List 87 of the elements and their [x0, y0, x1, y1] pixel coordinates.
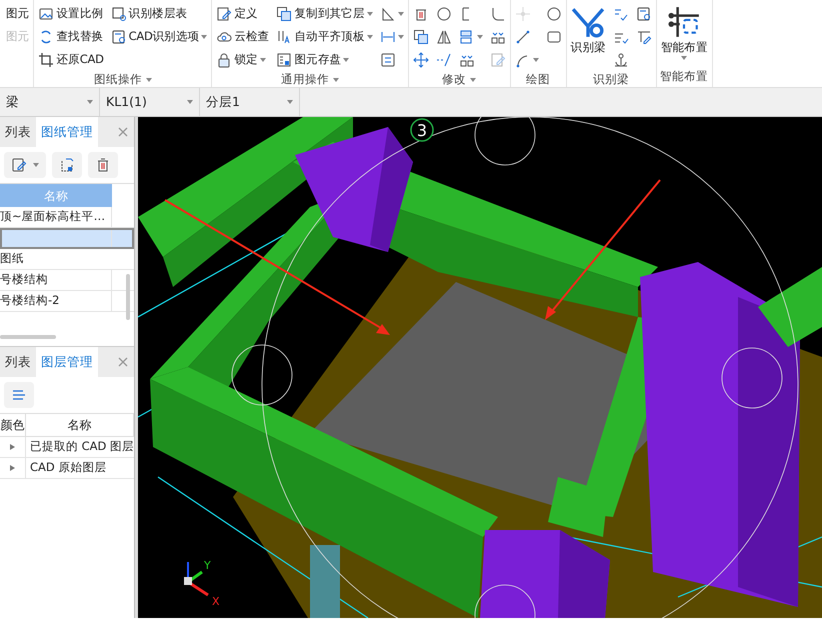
ribbon-button[interactable]: 云检查	[215, 26, 270, 48]
mirror-icon	[436, 29, 452, 45]
move-icon	[412, 52, 429, 68]
axis-gizmo-drawing	[184, 562, 209, 596]
layer-name[interactable]: CAD 原始图层	[26, 459, 106, 477]
panel-tab[interactable]: 图纸管理	[36, 117, 98, 147]
caret-icon	[260, 58, 266, 62]
ribbon-button[interactable]: 识别楼层表	[110, 3, 208, 25]
copy-icon	[412, 29, 429, 45]
caret-icon	[87, 100, 93, 104]
caret-icon	[201, 35, 208, 39]
edit-icon	[216, 6, 232, 22]
caret-icon	[398, 35, 404, 39]
point-icon	[514, 6, 531, 22]
expand-icon[interactable]	[10, 444, 15, 450]
table-row[interactable]: 图纸	[0, 249, 134, 270]
ribbon-large-button[interactable]: 智能布置	[660, 3, 709, 67]
grid-icon	[667, 5, 702, 39]
line-icon	[514, 29, 531, 45]
lock-icon	[216, 52, 232, 68]
axis-label: X	[212, 595, 220, 608]
caret-icon	[366, 35, 373, 39]
group-label: 识别梁	[593, 71, 630, 87]
group-name: 图纸	[0, 250, 24, 268]
axis-marker: 3	[410, 118, 434, 142]
scrollbar[interactable]	[0, 335, 56, 339]
ribbon-button[interactable]: 定义	[215, 3, 270, 25]
group-label: 通用操作	[280, 71, 329, 87]
ribbon-button[interactable]: 图元存盘	[275, 49, 374, 71]
circle-icon	[436, 6, 452, 22]
dimension-icon	[380, 29, 396, 45]
document-search-icon	[110, 29, 127, 45]
ribbon-button[interactable]: 图元	[3, 3, 30, 25]
selected-row[interactable]	[0, 228, 134, 249]
caret-icon	[532, 58, 539, 62]
break-icon	[436, 52, 452, 68]
group-label: 图纸操作	[94, 71, 142, 87]
swap-icon	[380, 52, 396, 68]
caret-icon	[470, 78, 476, 82]
ribbon-button[interactable]: 自动平齐顶板	[275, 26, 374, 48]
column-header: 颜色	[0, 414, 26, 436]
trash-icon[interactable]	[95, 157, 111, 173]
caret-icon	[476, 35, 483, 39]
drawing-name: 号楼结构-2	[0, 292, 60, 310]
column-header: 名称	[26, 414, 134, 436]
scrollbar[interactable]	[126, 274, 130, 320]
caret-icon	[366, 12, 373, 16]
axis-label: Y	[204, 559, 211, 572]
circle-icon	[546, 6, 562, 22]
edit-icon[interactable]	[11, 157, 27, 173]
document-search-icon	[636, 6, 652, 22]
group-label: 智能布置	[660, 68, 708, 86]
caret-icon	[398, 12, 404, 16]
caret-icon	[343, 58, 350, 62]
group-label: 绘图	[526, 71, 550, 87]
align-icon	[276, 29, 292, 45]
ribbon-button[interactable]: CAD识别选项	[110, 26, 208, 48]
ribbon-button[interactable]: 查找替换	[37, 26, 105, 48]
panel-tab[interactable]: 图层管理	[36, 347, 98, 377]
caret-icon	[681, 56, 688, 60]
column-header: 名称	[0, 184, 112, 207]
triangle-icon	[380, 6, 396, 22]
edit-icon	[490, 52, 506, 68]
expand-icon[interactable]	[10, 465, 15, 471]
caret-icon	[332, 78, 339, 82]
anchor-icon	[612, 52, 629, 68]
drawing-name: 号楼结构	[0, 271, 48, 288]
ribbon-button[interactable]: 设置比例	[37, 3, 105, 25]
group-label: 修改	[442, 71, 466, 87]
ribbon-button[interactable]: 复制到其它层	[275, 3, 374, 25]
ribbon-large-button[interactable]: 识别梁	[570, 3, 607, 71]
copy-icon	[276, 6, 292, 22]
caret-icon	[287, 100, 293, 104]
fillet-icon	[490, 6, 506, 22]
layer-name[interactable]: 已提取的 CAD 图层	[26, 438, 134, 456]
rectangle-icon	[546, 29, 562, 45]
ribbon-button[interactable]: 锁定	[215, 49, 270, 71]
drawing-name: 顶~屋面标高柱平…	[0, 208, 106, 226]
caret-icon	[187, 100, 193, 104]
caret-icon	[146, 78, 152, 82]
ribbon-button[interactable]: 还原CAD	[37, 49, 105, 71]
caret-icon	[33, 163, 39, 167]
table-search-icon	[110, 6, 127, 22]
frame-icon	[38, 6, 54, 22]
pen-icon	[636, 29, 652, 45]
crop-icon	[38, 52, 54, 68]
import-icon[interactable]	[59, 157, 75, 173]
